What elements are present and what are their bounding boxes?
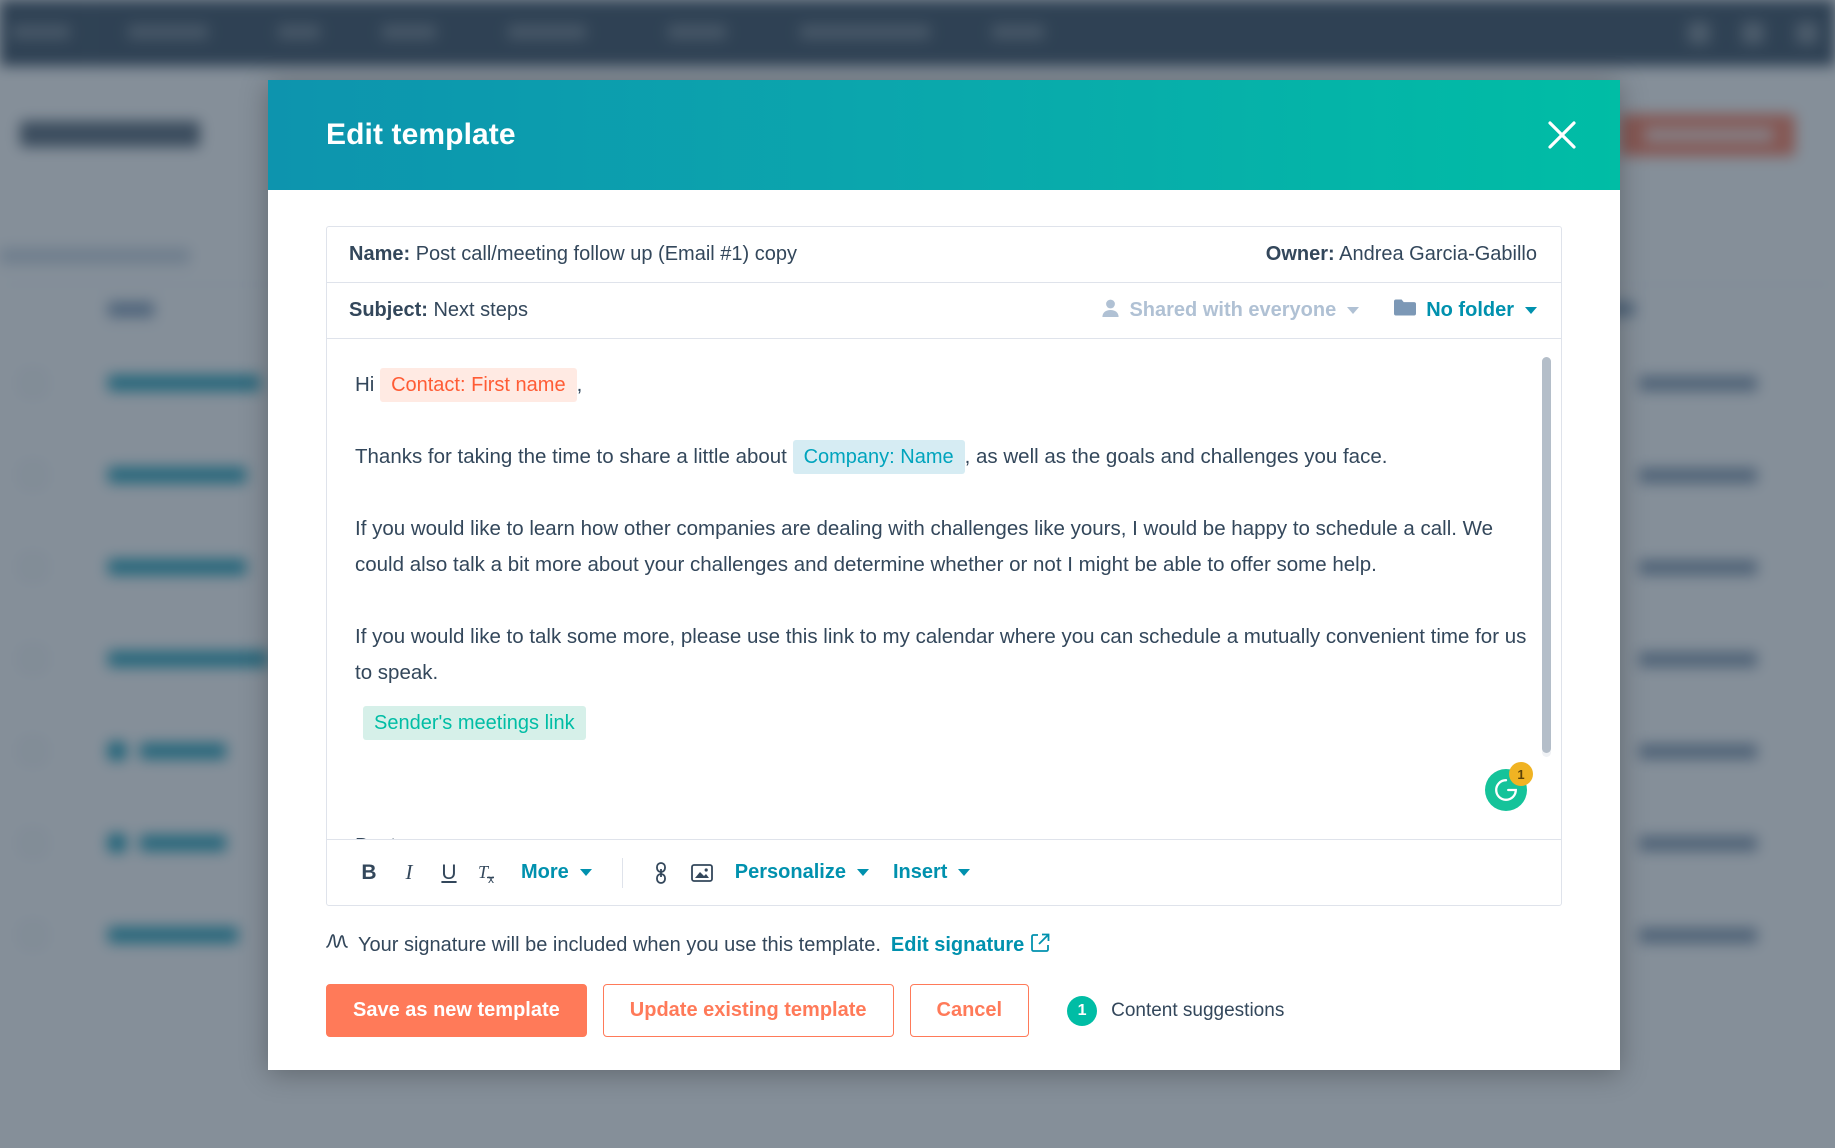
personalization-token-meetings-link[interactable]: Sender's meetings link [363,706,586,740]
template-subject-field[interactable]: Subject: Next steps [349,299,528,322]
grammarly-count-badge: 1 [1509,762,1533,786]
italic-button[interactable]: I [389,853,429,893]
content-suggestions-count-badge: 1 [1067,995,1098,1026]
insert-dropdown[interactable]: Insert [881,853,982,893]
subject-label: Subject: [349,299,428,321]
edit-signature-link[interactable]: Edit signature [891,933,1050,958]
sharing-dropdown[interactable]: Shared with everyone [1101,298,1360,324]
modal-footer: Save as new template Update existing tem… [326,984,1562,1037]
folder-dropdown[interactable]: No folder [1393,298,1537,323]
chevron-down-icon [1525,307,1537,314]
name-row: Name: Post call/meeting follow up (Email… [327,227,1561,283]
body-paragraph-1: Thanks for taking the time to share a li… [355,439,1527,475]
formatting-toolbar: B I U T x More Personalize Insert [327,839,1561,905]
paragraph-1-after: , as well as the goals and challenges yo… [964,445,1388,468]
template-editor-card: Name: Post call/meeting follow up (Email… [326,226,1562,906]
more-dropdown[interactable]: More [509,853,604,893]
modal-body: Name: Post call/meeting follow up (Email… [268,190,1620,1070]
person-icon [1101,298,1120,324]
signature-text: Your signature will be included when you… [358,933,881,956]
edit-template-modal: Edit template Name: Post call/meeting fo… [268,80,1620,1070]
image-icon[interactable] [681,853,723,893]
name-label: Name: [349,243,411,265]
body-meetings-link-line: Sender's meetings link [355,705,1527,741]
personalize-dropdown[interactable]: Personalize [723,853,881,893]
svg-text:x: x [488,872,494,885]
toolbar-divider [621,857,623,888]
cancel-button[interactable]: Cancel [909,984,1030,1037]
link-icon[interactable] [641,853,681,893]
edit-signature-label: Edit signature [890,933,1025,956]
underline-button[interactable]: U [429,853,469,893]
editor-scrollbar-thumb[interactable] [1542,357,1551,753]
chevron-down-icon [856,869,869,876]
body-signoff-clipped: Best, [355,828,402,839]
folder-icon [1393,298,1417,323]
update-existing-template-button[interactable]: Update existing template [602,984,894,1037]
save-as-new-template-button[interactable]: Save as new template [326,984,587,1037]
more-label: More [521,861,569,883]
personalization-token-contact-first-name[interactable]: Contact: First name [380,368,577,402]
content-suggestions[interactable]: 1 Content suggestions [1067,995,1285,1026]
bold-button[interactable]: B [349,853,389,893]
body-paragraph-3: If you would like to talk some more, ple… [355,625,1527,684]
editor-scrollbar[interactable] [1542,357,1551,757]
owner-value: Andrea Garcia-Gabillo [1339,243,1537,265]
body-greeting: Hi Contact: First name, [355,367,1527,403]
owner-label: Owner: [1265,243,1335,265]
body-paragraph-2: If you would like to learn how other com… [355,517,1494,576]
grammarly-widget[interactable]: 1 [1485,762,1533,811]
email-body-editor[interactable]: Hi Contact: First name, Thanks for takin… [327,339,1561,839]
modal-title: Edit template [326,118,516,151]
chevron-down-icon [579,869,592,876]
signature-icon [326,932,348,958]
chevron-down-icon [958,869,971,876]
name-value[interactable]: Post call/meeting follow up (Email #1) c… [416,243,797,265]
folder-dropdown-label: No folder [1426,299,1514,321]
signature-notice: Your signature will be included when you… [326,932,1562,958]
greeting-suffix: , [576,373,583,396]
content-suggestions-label: Content suggestions [1111,999,1285,1021]
chevron-down-icon [1347,307,1360,314]
template-owner-field: Owner: Andrea Garcia-Gabillo [1266,243,1537,266]
subject-row: Subject: Next steps Shared with everyone [327,283,1561,339]
subject-value[interactable]: Next steps [433,299,527,321]
external-link-icon [1031,933,1050,958]
close-icon[interactable] [1534,107,1590,163]
insert-label: Insert [892,861,948,883]
personalize-label: Personalize [734,861,846,883]
greeting-prefix: Hi [355,373,375,396]
personalization-token-company-name[interactable]: Company: Name [792,440,965,474]
subject-row-controls: Shared with everyone No folder [1101,298,1537,324]
sharing-dropdown-label: Shared with everyone [1129,299,1337,321]
template-name-field[interactable]: Name: Post call/meeting follow up (Email… [349,243,797,266]
clear-formatting-icon[interactable]: T x [469,853,509,893]
paragraph-1-before: Thanks for taking the time to share a li… [355,445,787,468]
modal-header: Edit template [268,80,1620,190]
